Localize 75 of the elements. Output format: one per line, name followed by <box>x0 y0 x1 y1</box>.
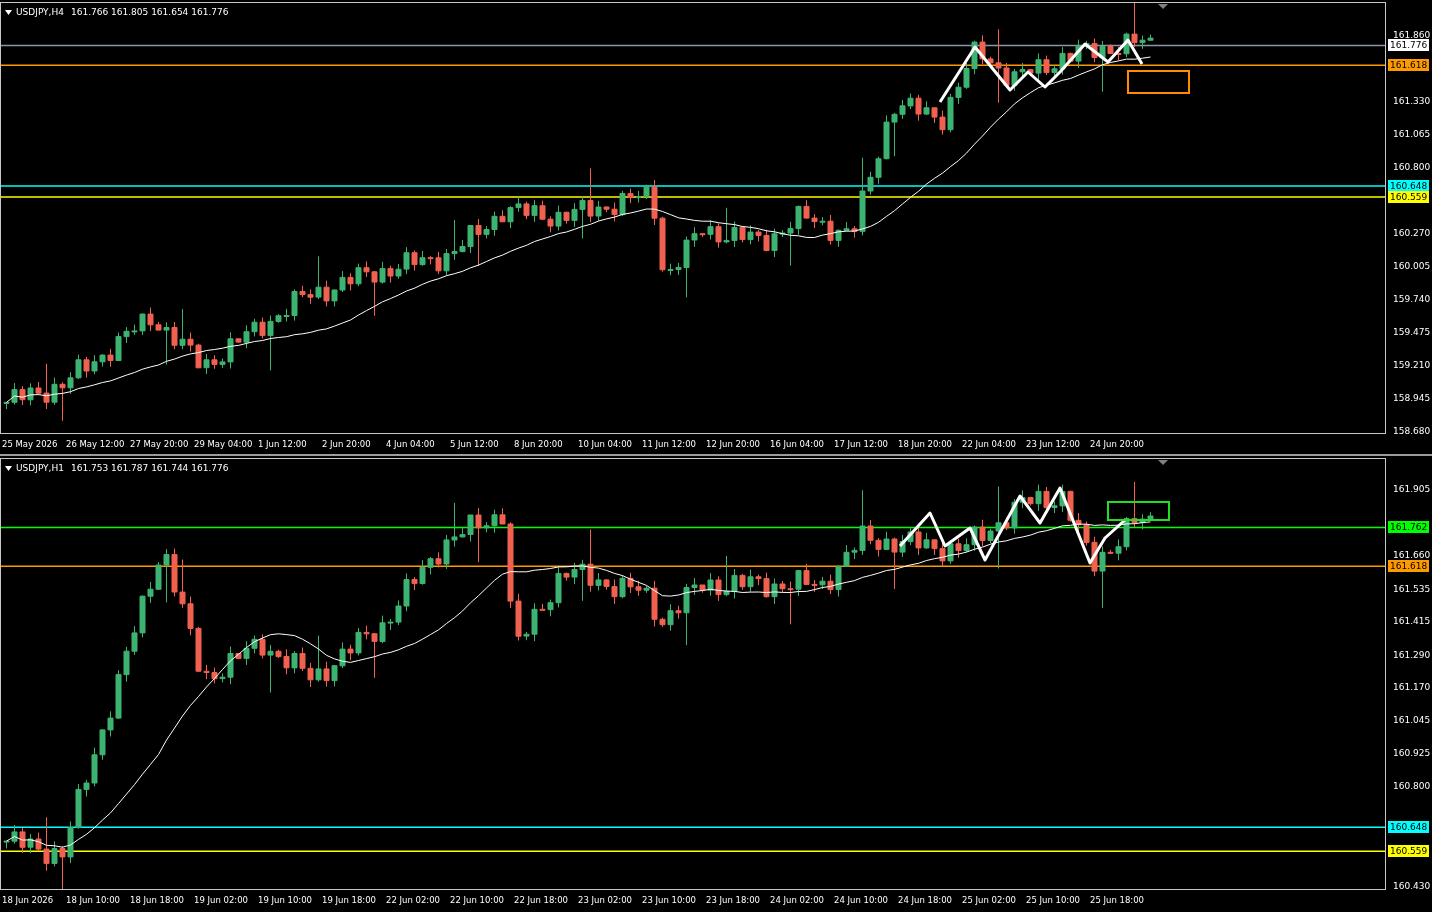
price-tag: 160.648 <box>1388 179 1430 192</box>
highlight-rectangle <box>1127 70 1190 94</box>
time-label: 23 Jun 10:00 <box>642 894 697 907</box>
time-label: 1 Jun 12:00 <box>258 438 308 451</box>
price-tick-label: 159.210 <box>1393 359 1431 371</box>
time-label: 25 Jun 02:00 <box>962 894 1017 907</box>
time-label: 23 Jun 12:00 <box>1026 438 1081 451</box>
time-label: 19 Jun 10:00 <box>258 894 313 907</box>
price-tag: 160.559 <box>1388 845 1430 858</box>
shift-marker-icon[interactable] <box>1158 4 1168 9</box>
time-label: 11 Jun 12:00 <box>642 438 697 451</box>
price-tick-label: 161.330 <box>1393 95 1431 107</box>
price-tick-label: 160.800 <box>1393 780 1431 793</box>
price-tick-label: 161.290 <box>1393 648 1431 661</box>
price-tick-label: 158.680 <box>1393 425 1431 437</box>
dropdown-icon[interactable] <box>5 9 12 15</box>
time-label: 18 Jun 2026 <box>2 894 55 907</box>
time-label: 12 Jun 20:00 <box>706 438 761 451</box>
ohlc-values: 161.753 161.787 161.744 161.776 <box>70 463 229 473</box>
time-label: 8 Jun 20:00 <box>514 438 564 451</box>
time-label: 19 Jun 02:00 <box>194 894 249 907</box>
price-tag: 161.776 <box>1388 39 1430 52</box>
highlight-rectangle <box>1107 501 1170 521</box>
price-tick-label: 158.945 <box>1393 392 1431 404</box>
price-tick-label: 161.045 <box>1393 714 1431 727</box>
price-tick-label: 161.415 <box>1393 614 1431 627</box>
time-label: 10 Jun 04:00 <box>578 438 633 451</box>
time-label: 17 Jun 12:00 <box>834 438 889 451</box>
price-tag: 161.618 <box>1388 560 1430 573</box>
price-tag: 160.559 <box>1388 191 1430 203</box>
ohlc-values: 161.766 161.805 161.654 161.776 <box>70 7 229 17</box>
time-label: 4 Jun 04:00 <box>386 438 436 451</box>
shift-marker-icon[interactable] <box>1158 460 1168 465</box>
time-label: 18 Jun 10:00 <box>66 894 121 907</box>
time-label: 25 Jun 18:00 <box>1090 894 1145 907</box>
time-label: 24 Jun 20:00 <box>1090 438 1145 451</box>
time-label: 23 Jun 02:00 <box>578 894 633 907</box>
time-label: 22 Jun 18:00 <box>514 894 569 907</box>
price-tick-label: 159.475 <box>1393 326 1431 338</box>
price-tick-label: 160.270 <box>1393 227 1431 239</box>
symbol-label: USDJPY,H4 <box>16 7 64 17</box>
price-tick-label: 161.660 <box>1393 548 1431 561</box>
time-label: 23 Jun 18:00 <box>706 894 761 907</box>
time-label: 5 Jun 12:00 <box>450 438 500 451</box>
dropdown-icon[interactable] <box>5 465 12 471</box>
price-tick-label: 161.170 <box>1393 680 1431 693</box>
time-label: 18 Jun 20:00 <box>898 438 953 451</box>
time-label: 24 Jun 10:00 <box>834 894 889 907</box>
time-label: 27 May 20:00 <box>130 438 190 451</box>
time-label: 24 Jun 02:00 <box>770 894 825 907</box>
price-tick-label: 160.800 <box>1393 161 1431 173</box>
time-label: 29 May 04:00 <box>194 438 254 451</box>
price-tick-label: 161.860 <box>1393 29 1431 41</box>
time-label: 22 Jun 04:00 <box>962 438 1017 451</box>
price-tag: 161.618 <box>1388 59 1430 72</box>
price-tag: 160.648 <box>1388 821 1430 834</box>
time-label: 22 Jun 10:00 <box>450 894 505 907</box>
time-label: 19 Jun 18:00 <box>322 894 377 907</box>
time-label: 25 May 2026 <box>2 438 59 451</box>
time-label: 25 Jun 10:00 <box>1026 894 1081 907</box>
time-label: 16 Jun 04:00 <box>770 438 825 451</box>
time-label: 2 Jun 20:00 <box>322 438 372 451</box>
price-tick-label: 161.065 <box>1393 128 1431 140</box>
time-label: 18 Jun 18:00 <box>130 894 185 907</box>
price-tick-label: 160.430 <box>1393 880 1431 892</box>
price-tick-label: 161.905 <box>1393 483 1431 495</box>
symbol-label: USDJPY,H1 <box>16 463 64 473</box>
time-label: 22 Jun 02:00 <box>386 894 441 907</box>
price-tag: 161.762 <box>1388 521 1430 534</box>
time-label: 24 Jun 18:00 <box>898 894 953 907</box>
price-tick-label: 160.925 <box>1393 746 1431 759</box>
price-tick-label: 161.535 <box>1393 582 1431 595</box>
time-label: 26 May 12:00 <box>66 438 126 451</box>
price-tick-label: 160.005 <box>1393 260 1431 272</box>
price-tick-label: 159.740 <box>1393 293 1431 305</box>
